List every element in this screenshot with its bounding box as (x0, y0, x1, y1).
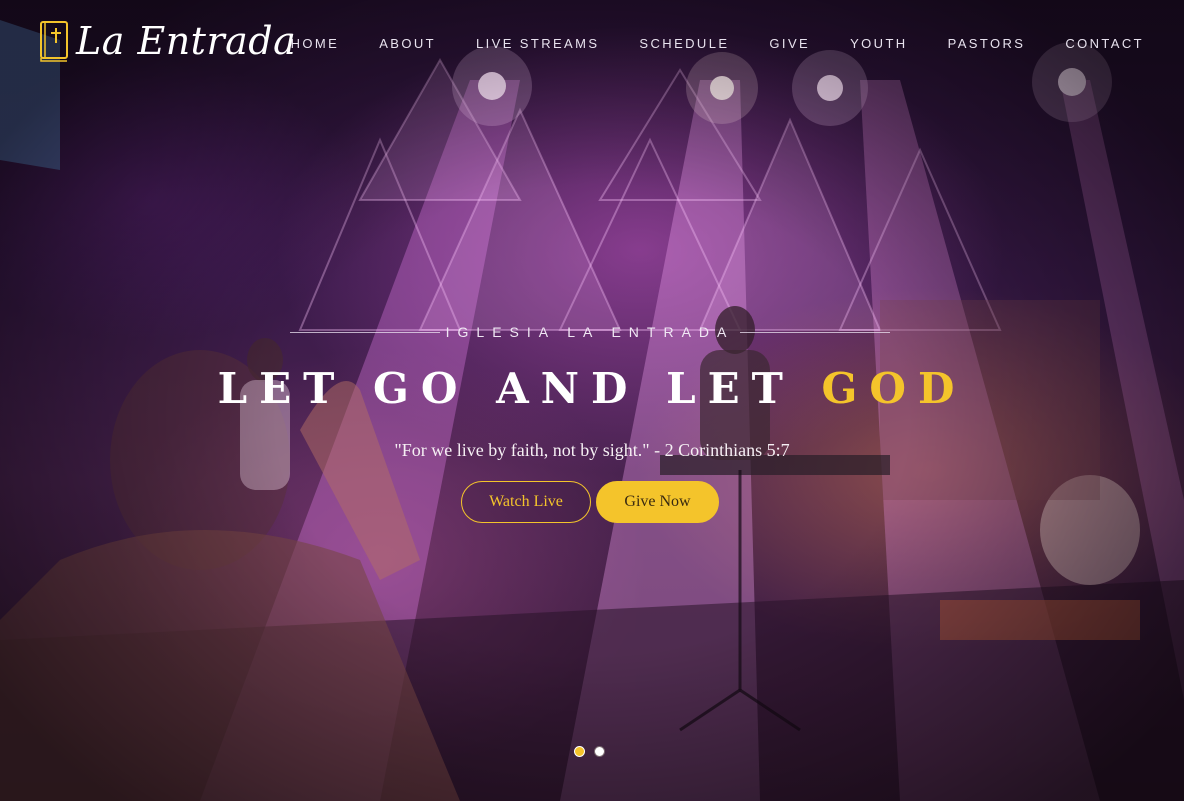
slider-pagination (574, 746, 614, 757)
bible-cross-icon (40, 21, 68, 62)
hero-headline: LET GO AND LET GOD (0, 360, 1184, 418)
slide-dot-2[interactable] (594, 746, 605, 757)
nav-item-schedule[interactable]: SCHEDULE (639, 36, 729, 51)
watch-live-button[interactable]: Watch Live (461, 481, 591, 523)
give-now-button[interactable]: Give Now (596, 481, 719, 523)
nav-item-home[interactable]: HOME (291, 36, 340, 51)
hero-verse: "For we live by faith, not by sight." - … (394, 440, 790, 460)
nav-item-give[interactable]: GIVE (769, 36, 810, 51)
nav-item-contact[interactable]: CONTACT (1065, 36, 1144, 51)
nav-item-live-streams[interactable]: LIVE STREAMS (476, 36, 599, 51)
hero-buttons: Watch Live Give Now (461, 481, 719, 523)
slide-dot-1[interactable] (574, 746, 585, 757)
eyebrow-rule-left (290, 331, 440, 333)
eyebrow-text: IGLESIA LA ENTRADA (445, 324, 735, 340)
hero-section: La Entrada HOME ABOUT LIVE STREAMS SCHED… (0, 0, 1184, 801)
headline-accent: GOD (821, 364, 967, 413)
eyebrow-rule-right (739, 331, 890, 333)
headline-main: LET GO AND LET (217, 364, 822, 413)
nav-item-pastors[interactable]: PASTORS (948, 36, 1026, 51)
main-nav: HOME ABOUT LIVE STREAMS SCHEDULE GIVE YO… (251, 36, 1144, 51)
nav-item-about[interactable]: ABOUT (379, 36, 436, 51)
hero-eyebrow: IGLESIA LA ENTRADA (290, 322, 890, 342)
nav-item-youth[interactable]: YOUTH (850, 36, 908, 51)
